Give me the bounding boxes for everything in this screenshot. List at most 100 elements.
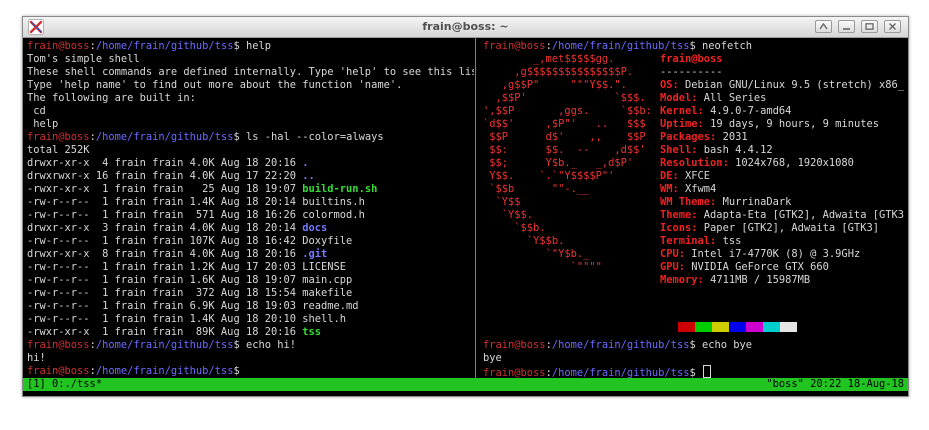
ls-row[interactable]: -rwxr-xr-x 1 frain frain 89K Aug 18 20:1… — [27, 326, 321, 339]
ls-filename: colormod.h — [302, 209, 365, 221]
info-colon: : — [722, 157, 736, 169]
prompt-line[interactable]: frain@boss:/home/frain/github/tss$ — [27, 365, 246, 378]
info-label: Memory — [660, 274, 698, 286]
prompt-dollar: $ — [233, 131, 246, 143]
debian-logo-segment: $$$ — [608, 118, 646, 130]
prompt-line[interactable]: frain@boss:/home/frain/github/tss$ neofe… — [483, 40, 752, 53]
ls-row[interactable]: drwxrwxr-x 16 frain frain 4.0K Aug 17 22… — [27, 170, 315, 183]
prompt-user-host: frain@boss — [27, 131, 90, 143]
output-line[interactable]: Type 'help name' to find out more about … — [27, 79, 402, 92]
tmux-window-list[interactable]: [1] 0:./tss* — [27, 378, 102, 391]
debian-logo-segment: ,g$$P" """Y$$.". — [483, 79, 627, 91]
tmux-pane-left[interactable]: frain@boss:/home/frain/github/tss$ help T… — [23, 38, 474, 378]
ls-row[interactable]: -rwxr-xr-x 1 frain frain 25 Aug 18 19:07… — [27, 183, 377, 196]
color-swatch — [712, 322, 729, 332]
info-colon: : — [697, 105, 711, 117]
ls-meta: -rwxr-xr-x 1 frain frain 89K Aug 18 20:1… — [27, 326, 303, 338]
prompt-user-host: frain@boss — [27, 365, 90, 377]
debian-logo-line: `Y$$. — [483, 209, 533, 222]
neofetch-user-host: frain@boss — [660, 53, 723, 65]
terminal-area[interactable]: frain@boss:/home/frain/github/tss$ help T… — [23, 38, 908, 396]
neofetch-info-row: WM: Xfwm4 — [660, 183, 716, 196]
debian-logo-line: Y$$. `.`"Y$$$$P"' — [483, 170, 614, 183]
window-title: frain@boss: ~ — [422, 20, 509, 33]
close-icon — [889, 23, 896, 30]
maximize-button[interactable] — [861, 20, 878, 33]
prompt-user-host: frain@boss — [483, 40, 546, 52]
debian-logo-line: ,g$$$$$$$$$$$$$$$P. — [483, 66, 633, 79]
neofetch-info-row: CPU: Intel i7-4770K (8) @ 3.9GHz — [660, 248, 860, 261]
neofetch-separator: ---------- — [660, 66, 723, 79]
pane-divider[interactable] — [475, 38, 476, 378]
output-line[interactable]: Tom's simple shell — [27, 53, 140, 66]
info-label: WM — [660, 183, 673, 195]
prompt-user-host: frain@boss — [483, 367, 546, 378]
help-output-text: cd — [27, 105, 46, 117]
help-output-text: help — [27, 118, 59, 130]
neofetch-info-row: DE: XFCE — [660, 170, 710, 183]
ls-row[interactable]: -rw-r--r-- 1 frain frain 1.4K Aug 18 20:… — [27, 196, 365, 209]
ls-row[interactable]: drwxr-xr-x 3 frain frain 4.0K Aug 18 20:… — [27, 222, 327, 235]
debian-logo-segment: $$P d$' — [483, 131, 590, 143]
tmux-pane-right[interactable]: frain@boss:/home/frain/github/tss$ neofe… — [479, 38, 908, 378]
prompt-line[interactable]: frain@boss:/home/frain/github/tss$ ls -h… — [27, 131, 384, 144]
ls-row[interactable]: -rw-r--r-- 1 frain frain 1.2K Aug 17 20:… — [27, 261, 346, 274]
color-swatch — [746, 322, 763, 332]
ls-row[interactable]: -rw-r--r-- 1 frain frain 107K Aug 18 16:… — [27, 235, 352, 248]
info-colon: : — [672, 79, 686, 91]
command-text: ls -hal --color=always — [245, 131, 384, 143]
neofetch-info-row: Model: All Series — [660, 92, 766, 105]
command-text: echo hi! — [245, 339, 297, 351]
debian-logo-line: `Y$$b. — [483, 235, 565, 248]
close-button[interactable] — [884, 20, 901, 33]
ls-filename: Doxyfile — [302, 235, 353, 247]
info-colon: : — [697, 274, 711, 286]
debian-logo-segment: , $$P — [595, 131, 646, 143]
output-line[interactable]: total 252K — [27, 144, 90, 157]
output-line[interactable]: cd — [27, 105, 46, 118]
maximize-icon — [865, 23, 874, 30]
output-line[interactable]: bye — [483, 352, 502, 365]
ls-row[interactable]: -rw-r--r-- 1 frain frain 1.4K Aug 18 20:… — [27, 313, 346, 326]
text-cursor[interactable] — [702, 365, 711, 378]
neofetch-info-row: WM Theme: MurrinaDark — [660, 196, 791, 209]
command-text: neofetch — [701, 40, 753, 52]
prompt-line[interactable]: frain@boss:/home/frain/github/tss$ help — [27, 40, 271, 53]
ls-filename: LICENSE — [302, 261, 347, 273]
prompt-line[interactable]: frain@boss:/home/frain/github/tss$ echo … — [483, 339, 752, 352]
info-value: All Series — [703, 92, 767, 104]
output-line[interactable]: The following are built in: — [27, 92, 196, 105]
minimize-button[interactable] — [838, 20, 855, 33]
output-line[interactable]: help — [27, 118, 58, 131]
ls-meta: -rw-r--r-- 1 frain frain 1.4K Aug 18 20:… — [27, 313, 303, 325]
prompt-dollar: $ — [689, 339, 702, 351]
ls-row[interactable]: -rw-r--r-- 1 frain frain 6.9K Aug 18 19:… — [27, 300, 359, 313]
debian-logo-segment: `d$$' ,$P"' . — [483, 118, 602, 130]
shade-button[interactable] — [815, 20, 832, 33]
color-swatch — [763, 322, 780, 332]
neofetch-info-row: Kernel: 4.9.0-7-amd64 — [660, 105, 791, 118]
info-colon: : — [691, 222, 704, 234]
info-label: Uptime — [660, 118, 698, 130]
ls-filename: .git — [302, 248, 328, 260]
info-colon: : — [697, 118, 711, 130]
title-bar[interactable]: frain@boss: ~ — [23, 17, 908, 38]
ls-row[interactable]: drwxr-xr-x 8 frain frain 4.0K Aug 18 20:… — [27, 248, 327, 261]
ls-row[interactable]: drwxr-xr-x 4 frain frain 4.0K Aug 18 20:… — [27, 157, 309, 170]
debian-logo-segment: ,$$P' `$$$. — [483, 92, 646, 104]
prompt-line[interactable]: frain@boss:/home/frain/github/tss$ — [483, 365, 711, 378]
ls-filename: .. — [302, 170, 315, 182]
minimize-icon — [843, 28, 850, 30]
info-value: Debian GNU/Linux 9.5 (stretch) x86_ — [685, 79, 904, 91]
ls-meta: -rw-r--r-- 1 frain frain 1.6K Aug 18 19:… — [27, 274, 303, 286]
prompt-path: /home/frain/github/tss — [95, 365, 234, 377]
prompt-line[interactable]: frain@boss:/home/frain/github/tss$ echo … — [27, 339, 296, 352]
info-colon: : — [691, 144, 704, 156]
ls-filename: readme.md — [302, 300, 359, 312]
prompt-path: /home/frain/github/tss — [95, 40, 234, 52]
output-line[interactable]: hi! — [27, 352, 46, 365]
ls-row[interactable]: -rw-r--r-- 1 frain frain 1.6K Aug 18 19:… — [27, 274, 352, 287]
output-line[interactable]: These shell commands are defined interna… — [27, 66, 474, 79]
ls-row[interactable]: -rw-r--r-- 1 frain frain 372 Aug 18 15:5… — [27, 287, 352, 300]
ls-row[interactable]: -rw-r--r-- 1 frain frain 571 Aug 18 16:2… — [27, 209, 365, 222]
